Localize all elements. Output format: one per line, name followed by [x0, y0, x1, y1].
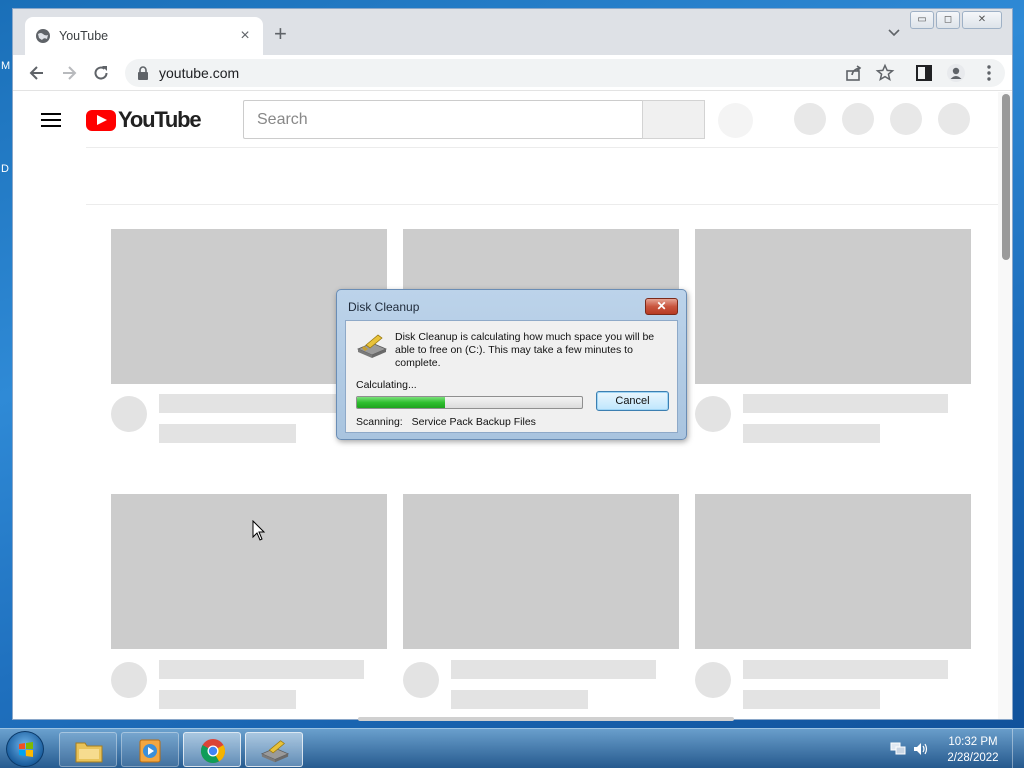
- reload-icon[interactable]: [91, 63, 111, 83]
- system-clock[interactable]: 10:32 PM 2/28/2022: [938, 734, 1008, 766]
- chrome-icon: [200, 739, 226, 764]
- network-icon[interactable]: [890, 742, 906, 756]
- meta-placeholder: [159, 690, 296, 709]
- taskbar-media-player-button[interactable]: [121, 732, 179, 767]
- new-tab-button[interactable]: +: [274, 23, 287, 45]
- channel-avatar-placeholder: [403, 662, 439, 698]
- disk-cleanup-dialog: Disk Cleanup ✕ Disk Cleanup is calculati…: [336, 289, 687, 440]
- cancel-button[interactable]: Cancel: [596, 391, 669, 411]
- close-tab-icon[interactable]: ×: [237, 27, 253, 45]
- scanning-line: Scanning: Service Pack Backup Files: [356, 416, 536, 428]
- progress-fill: [357, 397, 445, 408]
- menu-hamburger-icon[interactable]: [41, 113, 61, 127]
- tab-youtube[interactable]: YouTube ×: [25, 17, 263, 55]
- windows-logo-icon: [19, 742, 33, 757]
- url-text[interactable]: youtube.com: [159, 65, 239, 81]
- channel-avatar-placeholder: [695, 396, 731, 432]
- dialog-message: Disk Cleanup is calculating how much spa…: [395, 331, 655, 369]
- voice-search-placeholder[interactable]: [718, 103, 753, 138]
- progress-bar: [356, 396, 583, 409]
- scrollbar-thumb[interactable]: [1002, 94, 1010, 260]
- meta-placeholder: [743, 690, 880, 709]
- header-button-placeholder[interactable]: [890, 103, 922, 135]
- forward-arrow-icon[interactable]: [59, 63, 79, 83]
- bookmark-star-icon[interactable]: [875, 63, 895, 83]
- profile-avatar-icon[interactable]: [946, 63, 966, 83]
- dialog-title: Disk Cleanup: [348, 300, 420, 314]
- globe-icon: [36, 29, 50, 43]
- mouse-cursor-icon: [252, 520, 266, 541]
- address-bar[interactable]: youtube.com: [125, 59, 1005, 87]
- page-scrollbar[interactable]: [998, 92, 1012, 719]
- youtube-logo[interactable]: YouTube: [86, 107, 202, 133]
- channel-avatar-placeholder: [111, 396, 147, 432]
- lock-icon[interactable]: [137, 66, 149, 80]
- dialog-status: Calculating...: [356, 379, 417, 391]
- window-controls: ▭ ◻ ✕: [910, 11, 1002, 29]
- browser-toolbar: youtube.com: [13, 55, 1012, 91]
- taskbar: 10:32 PM 2/28/2022: [0, 728, 1024, 768]
- scanning-label: Scanning:: [356, 416, 403, 428]
- title-placeholder: [743, 660, 948, 679]
- taskbar-explorer-button[interactable]: [59, 732, 117, 767]
- channel-avatar-placeholder: [695, 662, 731, 698]
- title-placeholder: [451, 660, 656, 679]
- close-window-button[interactable]: ✕: [962, 11, 1002, 29]
- youtube-logo-text: YouTube: [118, 107, 202, 132]
- dialog-close-button[interactable]: ✕: [645, 298, 678, 315]
- meta-placeholder: [743, 424, 880, 443]
- video-thumbnail-placeholder[interactable]: [403, 494, 679, 649]
- volume-icon[interactable]: [913, 742, 929, 756]
- scanning-value: Service Pack Backup Files: [411, 416, 536, 428]
- taskbar-disk-cleanup-button[interactable]: [245, 732, 303, 767]
- header-button-placeholder[interactable]: [842, 103, 874, 135]
- minimize-button[interactable]: ▭: [910, 11, 934, 29]
- meta-placeholder: [159, 424, 296, 443]
- divider: [86, 204, 998, 205]
- tab-strip: YouTube × + ▭ ◻ ✕: [13, 9, 1012, 55]
- title-placeholder: [159, 660, 364, 679]
- search-input[interactable]: Search: [243, 100, 642, 139]
- search-button[interactable]: [642, 100, 705, 139]
- header-button-placeholder[interactable]: [938, 103, 970, 135]
- desktop-icon-label-fragment: D: [1, 163, 9, 175]
- youtube-play-icon: [86, 109, 116, 131]
- show-desktop-button[interactable]: [1012, 729, 1024, 768]
- maximize-button[interactable]: ◻: [936, 11, 960, 29]
- media-player-icon: [139, 739, 161, 763]
- tab-search-chevron-icon[interactable]: [887, 27, 901, 39]
- video-thumbnail-placeholder[interactable]: [111, 494, 387, 649]
- start-button[interactable]: [6, 731, 44, 767]
- divider: [86, 147, 998, 148]
- disk-cleanup-icon: [260, 740, 290, 763]
- clock-time: 10:32 PM: [948, 736, 998, 748]
- back-arrow-icon[interactable]: [27, 63, 47, 83]
- horizontal-scroll-indicator: [358, 717, 734, 721]
- dialog-body: Disk Cleanup is calculating how much spa…: [345, 320, 678, 433]
- header-button-placeholder[interactable]: [794, 103, 826, 135]
- more-menu-icon[interactable]: [979, 63, 999, 83]
- video-thumbnail-placeholder[interactable]: [695, 229, 971, 384]
- folder-icon: [75, 742, 103, 763]
- desktop-icon-label-fragment: M: [1, 60, 11, 72]
- taskbar-chrome-button[interactable]: [183, 732, 241, 767]
- meta-placeholder: [451, 690, 588, 709]
- channel-avatar-placeholder: [111, 662, 147, 698]
- share-icon[interactable]: [844, 63, 864, 83]
- video-thumbnail-placeholder[interactable]: [695, 494, 971, 649]
- clock-date: 2/28/2022: [947, 752, 999, 764]
- tab-title: YouTube: [59, 29, 109, 43]
- title-placeholder: [159, 394, 364, 413]
- title-placeholder: [743, 394, 948, 413]
- disk-cleanup-icon: [356, 334, 388, 358]
- side-panel-icon[interactable]: [914, 63, 934, 83]
